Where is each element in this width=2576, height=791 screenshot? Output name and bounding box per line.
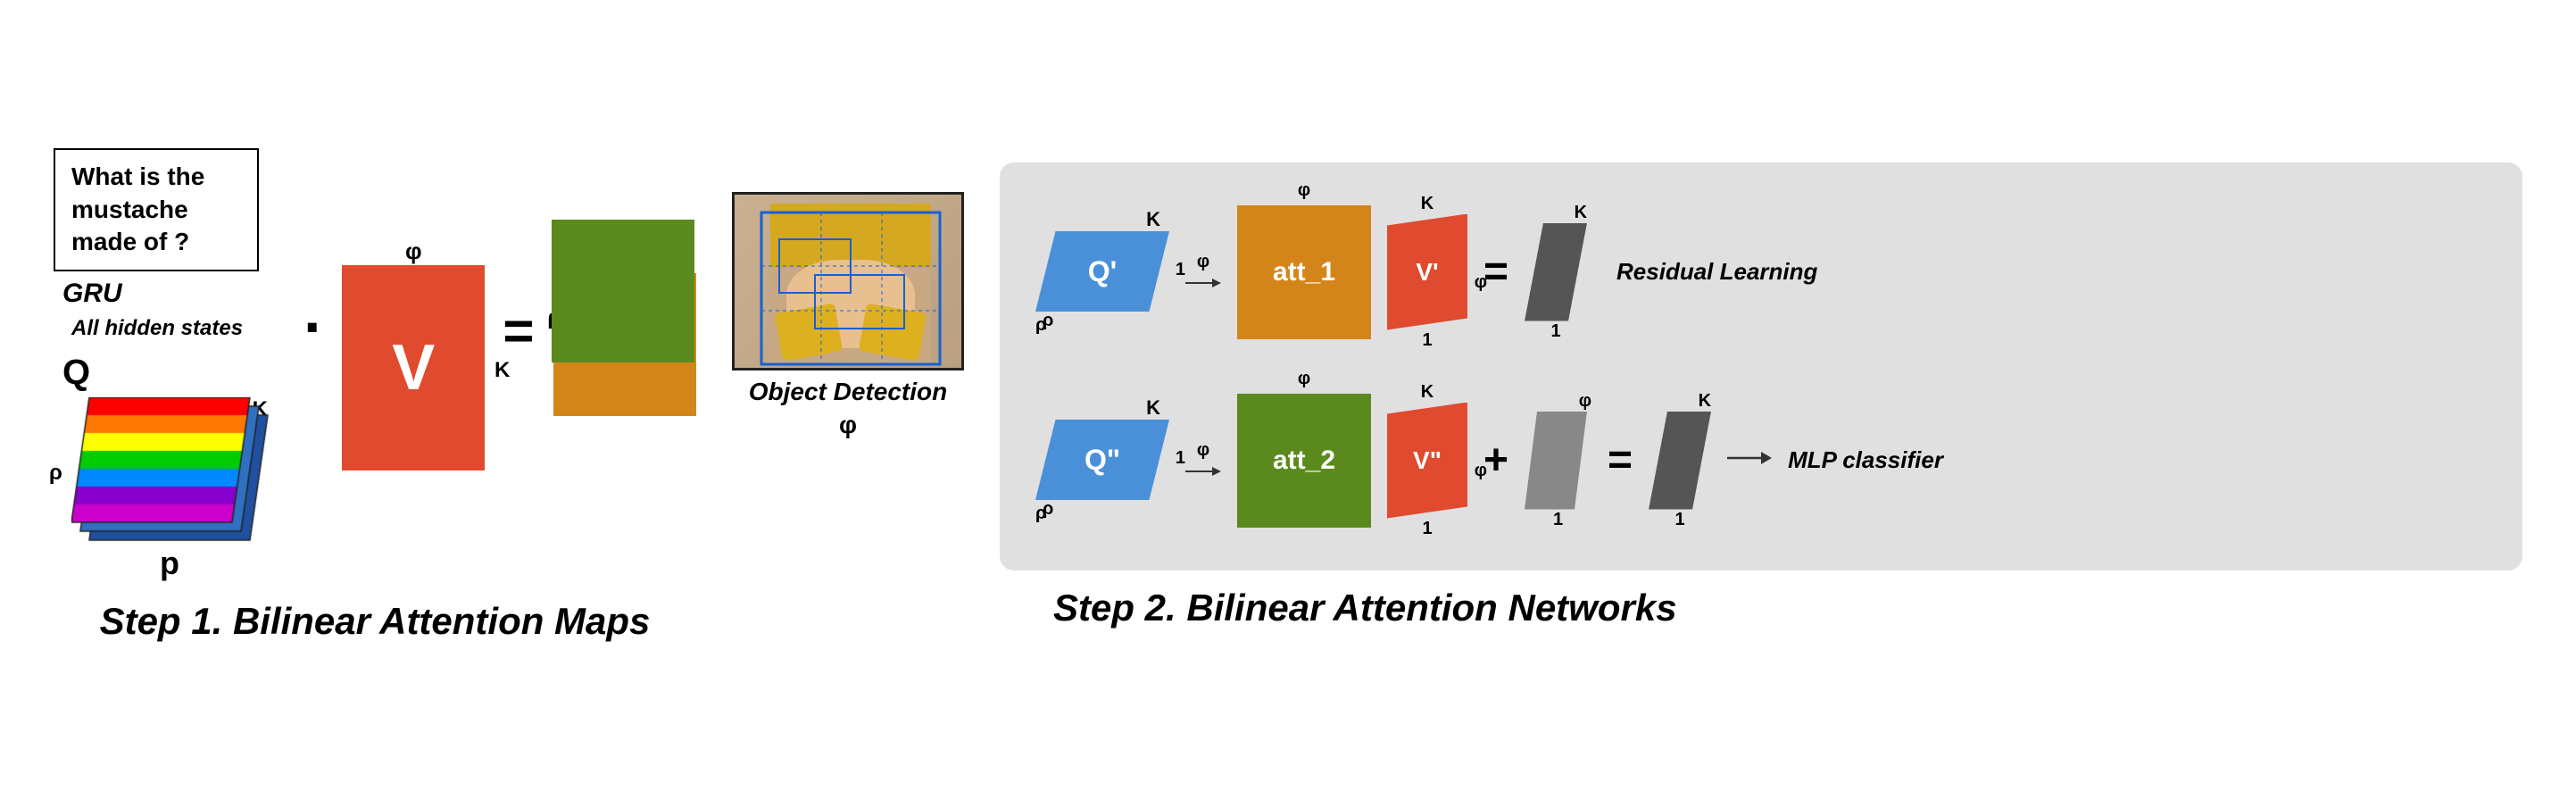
att1-square: att_1 (1237, 205, 1371, 339)
ban-panel: K Q' ρ 1 ρ φ (1000, 162, 2522, 570)
att2-label: att_2 (1273, 445, 1335, 476)
q-prime-shape: Q' (1035, 231, 1169, 312)
v-dbl-prime-label: V" (1413, 446, 1442, 475)
equals-1: = (503, 300, 534, 362)
att1-label: att_1 (1273, 257, 1335, 287)
question-box: What is the mustache made of ? (54, 148, 259, 271)
phi-label-v: φ (405, 237, 422, 265)
v-label: V (392, 331, 435, 404)
att1-container: φ att_1 (1237, 205, 1371, 339)
k-label-v: K (494, 358, 510, 383)
q-dbl-prime-shape: Q" (1035, 420, 1169, 500)
dot-operator: · (303, 291, 324, 362)
step2-title: Step 2. Bilinear Attention Networks (1053, 587, 2522, 629)
residual-shape (1525, 412, 1587, 510)
hidden-states-label: All hidden states (71, 316, 243, 341)
v-dbl-prime-shape: V" (1387, 403, 1467, 519)
object-detection-label: Object Detection (749, 378, 947, 406)
main-container: What is the mustache made of ? GRU All h… (0, 0, 2576, 791)
equals-2: = (1483, 247, 1508, 296)
right-arrow (1727, 445, 1772, 476)
object-detection-image (732, 192, 964, 371)
q-dbl-prime-label: Q" (1084, 444, 1120, 477)
v-prime-shape: V' (1387, 214, 1467, 330)
att2-square: att_2 (1237, 394, 1371, 528)
equals-3: = (1608, 436, 1633, 485)
result-green (552, 220, 694, 362)
q-label: Q (62, 353, 90, 393)
result-1 (1525, 223, 1587, 321)
residual-label: Residual Learning (1616, 258, 1817, 286)
step2-section: K Q' ρ 1 ρ φ (1000, 162, 2522, 629)
phi-center-label: φ (839, 411, 857, 439)
q-matrix-stack: K ρ (54, 393, 286, 554)
rho-label-q: ρ (49, 461, 62, 486)
att2-container: φ att_2 (1237, 394, 1371, 528)
result-2 (1649, 412, 1711, 510)
gru-label: GRU (62, 279, 122, 309)
mlp-label: MLP classifier (1788, 446, 1943, 474)
q-prime-label: Q' (1088, 255, 1118, 288)
v-matrix: V (342, 265, 485, 470)
question-text: What is the mustache made of ? (71, 162, 204, 255)
ban-row-1: K Q' ρ 1 ρ φ (1031, 185, 2491, 360)
ban-row-2: K Q" ρ 1 ρ φ φ (1031, 373, 2491, 548)
plus-operator: + (1483, 436, 1508, 485)
result-stack: φ ρ (552, 220, 696, 416)
center-section: Object Detection φ (714, 192, 982, 439)
v-prime-label: V' (1416, 258, 1438, 287)
step1-section: What is the mustache made of ? GRU All h… (54, 148, 696, 642)
step1-title: Step 1. Bilinear Attention Maps (100, 600, 651, 643)
